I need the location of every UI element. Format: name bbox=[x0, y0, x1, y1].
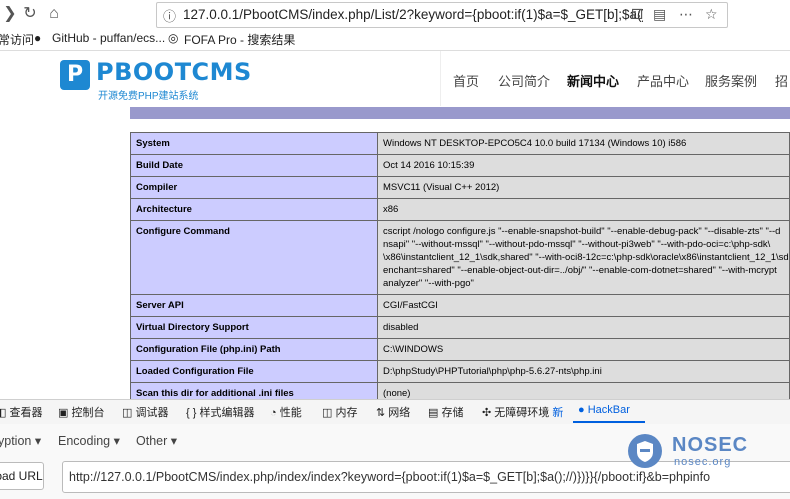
phpinfo-row: Architecture x86 bbox=[130, 198, 790, 221]
hackbar-url-text[interactable]: http://127.0.0.1/PbootCMS/index.php/inde… bbox=[69, 470, 710, 484]
reload-icon[interactable]: ↻ bbox=[20, 4, 40, 24]
phpinfo-value-line: x86 bbox=[383, 204, 399, 215]
phpinfo-value-line: CGI/FastCGI bbox=[383, 300, 438, 311]
phpinfo-header-bar bbox=[130, 107, 790, 119]
phpinfo-value: MSVC11 (Visual C++ 2012) bbox=[377, 176, 790, 199]
phpinfo-value: Oct 14 2016 10:15:39 bbox=[377, 154, 790, 177]
tab-storage[interactable]: ▤ 存储 bbox=[428, 404, 463, 420]
main-nav: 首页 公司简介 新闻中心 产品中心 服务案例 招 bbox=[440, 51, 790, 106]
phpinfo-row: Loaded Configuration File D:\phpStudy\PHP… bbox=[130, 360, 790, 383]
phpinfo-row: Server API CGI/FastCGI bbox=[130, 294, 790, 317]
tab-hackbar[interactable]: ● HackBar bbox=[578, 404, 630, 416]
phpinfo-value: x86 bbox=[377, 198, 790, 221]
reader-view-icon[interactable]: ▤ bbox=[653, 6, 666, 23]
phpinfo-row: Virtual Directory Support disabled bbox=[130, 316, 790, 339]
tab-debugger[interactable]: ◫ 调试器 bbox=[122, 404, 168, 420]
active-tab-indicator bbox=[573, 421, 645, 423]
encryption-menu[interactable]: yption ▾ bbox=[0, 433, 41, 448]
phpinfo-value-line: C:\WINDOWS bbox=[383, 344, 444, 355]
phpinfo-row: Configure Command cscript /nologo configu… bbox=[130, 220, 790, 295]
phpinfo-value: disabled bbox=[377, 316, 790, 339]
home-icon[interactable]: ⌂ bbox=[44, 4, 64, 24]
phpinfo-value: D:\phpStudy\PHPTutorial\php\php-5.6.27-n… bbox=[377, 360, 790, 383]
address-bar[interactable]: ⓘ 127.0.0.1/PbootCMS/index.php/List/2?ke… bbox=[156, 2, 728, 28]
tab-accessibility[interactable]: ✣ 无障碍环境 新 bbox=[482, 404, 563, 420]
phpinfo-value-line: Oct 14 2016 10:15:39 bbox=[383, 160, 475, 171]
info-icon[interactable]: ⓘ bbox=[163, 6, 176, 25]
phpinfo-key: Build Date bbox=[130, 154, 378, 177]
phpinfo-row: System Windows NT DESKTOP-EPCO5C4 10.0 bu… bbox=[130, 132, 790, 155]
new-badge: 新 bbox=[552, 407, 564, 419]
github-icon: ● bbox=[34, 31, 42, 45]
nosec-logo-icon bbox=[628, 434, 662, 468]
fofa-icon: ◎ bbox=[168, 31, 179, 45]
phpinfo-key: Virtual Directory Support bbox=[130, 316, 378, 339]
nosec-watermark: NOSEC nosec.org bbox=[622, 432, 782, 472]
nav-item-about[interactable]: 公司简介 bbox=[498, 71, 550, 90]
nosec-subtitle: nosec.org bbox=[674, 456, 732, 468]
logo-subtitle: 开源免费PHP建站系统 bbox=[98, 91, 199, 102]
devtools-tabbar: ◧ 查看器 ▣ 控制台 ◫ 调试器 { } 样式编辑器 ◔ 性能 ◫ 内存 ⇅ … bbox=[0, 399, 790, 425]
browser-toolbar: ❯ ↻ ⌂ ⓘ 127.0.0.1/PbootCMS/index.php/Lis… bbox=[0, 0, 790, 28]
phpinfo-value: CGI/FastCGI bbox=[377, 294, 790, 317]
phpinfo-key: Configure Command bbox=[130, 220, 378, 295]
bookmark-item[interactable]: FOFA Pro - 搜索结果 bbox=[184, 31, 295, 48]
phpinfo-table: System Windows NT DESKTOP-EPCO5C4 10.0 bu… bbox=[130, 132, 790, 427]
phpinfo-row: Build Date Oct 14 2016 10:15:39 bbox=[130, 154, 790, 177]
bookmark-star-icon[interactable]: ☆ bbox=[705, 6, 718, 23]
phpinfo-value: C:\WINDOWS bbox=[377, 338, 790, 361]
nav-item-news[interactable]: 新闻中心 bbox=[567, 71, 619, 90]
nosec-title: NOSEC bbox=[672, 434, 749, 456]
address-text[interactable]: 127.0.0.1/PbootCMS/index.php/List/2?keyw… bbox=[183, 7, 643, 22]
phpinfo-value-line: \x86\instantclient_12_1\sdk,shared" "--w… bbox=[383, 252, 789, 263]
nav-item-jobs[interactable]: 招 bbox=[775, 71, 788, 90]
phpinfo-key: System bbox=[130, 132, 378, 155]
site-logo[interactable]: P PBOOTCMS 开源免费PHP建站系统 bbox=[58, 56, 251, 102]
phpinfo-value-line: D:\phpStudy\PHPTutorial\php\php-5.6.27-n… bbox=[383, 366, 602, 377]
phpinfo-key: Server API bbox=[130, 294, 378, 317]
phpinfo-value: Windows NT DESKTOP-EPCO5C4 10.0 build 17… bbox=[377, 132, 790, 155]
more-actions-icon[interactable]: ⋯ bbox=[679, 6, 693, 23]
tab-network[interactable]: ⇅ 网络 bbox=[376, 404, 410, 420]
phpinfo-value-line: cscript /nologo configure.js "--enable-s… bbox=[383, 226, 781, 237]
bookmark-item[interactable]: 常访问 bbox=[0, 31, 34, 48]
phpinfo-key: Compiler bbox=[130, 176, 378, 199]
bookmarks-bar: 常访问 ● GitHub - puffan/ecs... ◎ FOFA Pro … bbox=[0, 28, 790, 51]
other-menu[interactable]: Other ▾ bbox=[136, 433, 177, 448]
encoding-menu[interactable]: Encoding ▾ bbox=[58, 433, 120, 448]
site-header: P PBOOTCMS 开源免费PHP建站系统 首页 公司简介 新闻中心 产品中心… bbox=[0, 51, 790, 106]
nav-item-products[interactable]: 产品中心 bbox=[637, 71, 689, 90]
tab-style-editor[interactable]: { } 样式编辑器 bbox=[186, 404, 254, 420]
nav-item-cases[interactable]: 服务案例 bbox=[705, 71, 757, 90]
phpinfo-value-line: enchant=shared" "--enable-object-out-dir… bbox=[383, 265, 777, 276]
phpinfo-value-line: disabled bbox=[383, 322, 419, 333]
tab-memory[interactable]: ◫ 内存 bbox=[322, 404, 357, 420]
phpinfo-value-line: nsapi" "--without-mssql" "--without-pdo-… bbox=[383, 239, 771, 250]
nav-item-home[interactable]: 首页 bbox=[453, 71, 479, 90]
phpinfo-value-line: MSVC11 (Visual C++ 2012) bbox=[383, 182, 500, 193]
phpinfo-value-line: Windows NT DESKTOP-EPCO5C4 10.0 build 17… bbox=[383, 138, 687, 149]
phpinfo-key: Architecture bbox=[130, 198, 378, 221]
page-action-icon[interactable]: ⚃ bbox=[631, 6, 643, 23]
tab-performance[interactable]: ◔ 性能 bbox=[270, 404, 302, 420]
tab-console[interactable]: ▣ 控制台 bbox=[58, 404, 104, 420]
phpinfo-row: Configuration File (php.ini) Path C:\WIND… bbox=[130, 338, 790, 361]
phpinfo-key: Loaded Configuration File bbox=[130, 360, 378, 383]
phpinfo-value-line: analyzer" "--with-pgo" bbox=[383, 278, 474, 289]
logo-title: PBOOTCMS bbox=[96, 58, 252, 86]
bookmark-item[interactable]: GitHub - puffan/ecs... bbox=[52, 31, 165, 45]
forward-icon[interactable]: ❯ bbox=[0, 4, 20, 24]
phpinfo-row: Compiler MSVC11 (Visual C++ 2012) bbox=[130, 176, 790, 199]
load-url-button[interactable]: oad URL bbox=[0, 462, 44, 490]
tab-inspector[interactable]: ◧ 查看器 bbox=[0, 404, 42, 420]
logo-icon: P bbox=[60, 60, 90, 90]
phpinfo-key: Configuration File (php.ini) Path bbox=[130, 338, 378, 361]
phpinfo-value: cscript /nologo configure.js "--enable-s… bbox=[377, 220, 790, 295]
